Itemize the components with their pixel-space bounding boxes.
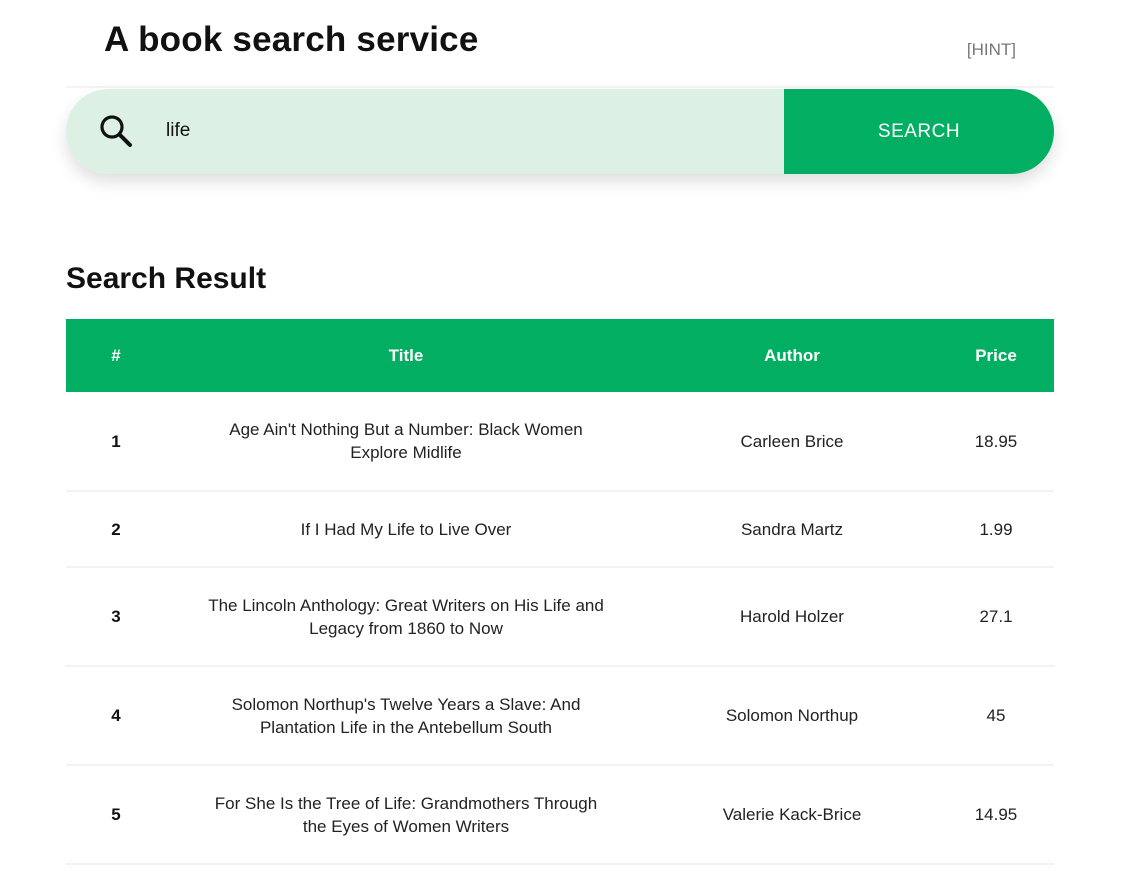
hint-link[interactable]: [HINT] bbox=[967, 40, 1016, 60]
cell-number: 2 bbox=[66, 491, 166, 568]
cell-author: Valerie Kack-Brice bbox=[646, 765, 938, 865]
cell-title: Solomon Northup's Twelve Years a Slave: … bbox=[166, 666, 646, 766]
search-input[interactable] bbox=[166, 111, 746, 151]
column-header-number: # bbox=[111, 345, 121, 365]
cell-price: 45 bbox=[938, 666, 1054, 766]
cell-title: For She Is the Tree of Life: Grandmother… bbox=[166, 765, 646, 865]
search-button[interactable]: SEARCH bbox=[784, 89, 1054, 174]
column-header-title: Title bbox=[388, 345, 424, 365]
cell-title: Age Ain't Nothing But a Number: Black Wo… bbox=[166, 392, 646, 492]
search-field[interactable] bbox=[66, 89, 784, 174]
header: A book search service [HINT] bbox=[66, 0, 1054, 88]
results-title: Search Result bbox=[66, 262, 267, 295]
table-header-row: # Title Author Price bbox=[66, 319, 1054, 392]
page: A book search service [HINT] SEARCH Sear… bbox=[0, 0, 1132, 878]
column-header-author: Author bbox=[764, 345, 820, 365]
app-title: A book search service bbox=[104, 20, 479, 59]
cell-title: If I Had My Life to Live Over bbox=[166, 491, 646, 568]
results-table: # Title Author Price 1 Age Ain't Nothing… bbox=[66, 319, 1054, 865]
table-row[interactable]: 1 Age Ain't Nothing But a Number: Black … bbox=[66, 392, 1054, 492]
search-icon bbox=[98, 113, 134, 149]
table-row[interactable]: 5 For She Is the Tree of Life: Grandmoth… bbox=[66, 765, 1054, 865]
cell-number: 5 bbox=[66, 765, 166, 865]
cell-price: 1.99 bbox=[938, 491, 1054, 568]
table-row[interactable]: 4 Solomon Northup's Twelve Years a Slave… bbox=[66, 666, 1054, 766]
column-header-price: Price bbox=[975, 345, 1017, 365]
cell-price: 14.95 bbox=[938, 765, 1054, 865]
cell-number: 4 bbox=[66, 666, 166, 766]
cell-author: Harold Holzer bbox=[646, 567, 938, 667]
cell-author: Carleen Brice bbox=[646, 392, 938, 492]
search-bar: SEARCH bbox=[66, 89, 1054, 174]
table-row[interactable]: 3 The Lincoln Anthology: Great Writers o… bbox=[66, 567, 1054, 667]
cell-number: 3 bbox=[66, 567, 166, 667]
cell-author: Solomon Northup bbox=[646, 666, 938, 766]
cell-title: The Lincoln Anthology: Great Writers on … bbox=[166, 567, 646, 667]
cell-number: 1 bbox=[66, 392, 166, 492]
cell-price: 27.1 bbox=[938, 567, 1054, 667]
cell-author: Sandra Martz bbox=[646, 491, 938, 568]
table-row[interactable]: 2 If I Had My Life to Live Over Sandra M… bbox=[66, 491, 1054, 568]
cell-price: 18.95 bbox=[938, 392, 1054, 492]
